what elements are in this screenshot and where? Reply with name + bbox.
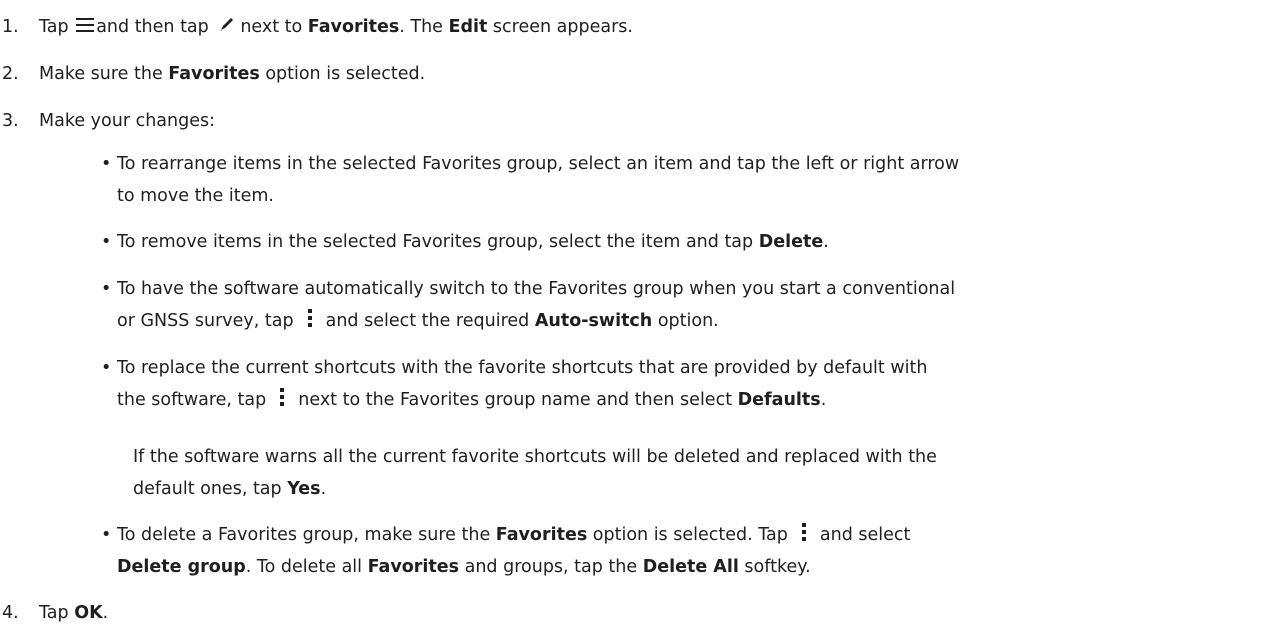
vertical-ellipsis-icon	[302, 307, 318, 329]
vertical-ellipsis-icon	[274, 386, 290, 408]
step-3: 3. Make your changes:	[0, 108, 215, 134]
bullet-marker: •	[101, 279, 112, 299]
step-4: 4. Tap OK.	[0, 600, 108, 626]
step-2: 2. Make sure the Favorites option is sele…	[0, 61, 425, 87]
bullet-defaults: • To replace the current shortcuts with …	[101, 352, 927, 416]
pencil-icon	[218, 15, 236, 33]
bullet-marker: •	[101, 358, 112, 378]
step-number: 3.	[2, 111, 19, 131]
bullet-delete-group: • To delete a Favorites group, make sure…	[101, 519, 910, 583]
step-number: 2.	[2, 64, 19, 84]
bullet-rearrange: • To rearrange items in the selected Fav…	[101, 148, 959, 212]
hamburger-menu-icon	[76, 18, 95, 32]
step-1: 1. Tap and then tap next to Favorites. Th…	[0, 14, 633, 40]
bullet-remove: • To remove items in the selected Favori…	[101, 226, 829, 258]
bullet-marker: •	[101, 154, 112, 174]
step-number: 1.	[2, 17, 19, 37]
bullet-defaults-note: If the software warns all the current fa…	[133, 447, 937, 499]
vertical-ellipsis-icon	[796, 521, 812, 543]
bullet-marker: •	[101, 525, 112, 545]
bullet-marker: •	[101, 232, 112, 252]
bullet-auto-switch: • To have the software automatically swi…	[101, 273, 955, 337]
step-number: 4.	[2, 603, 19, 623]
